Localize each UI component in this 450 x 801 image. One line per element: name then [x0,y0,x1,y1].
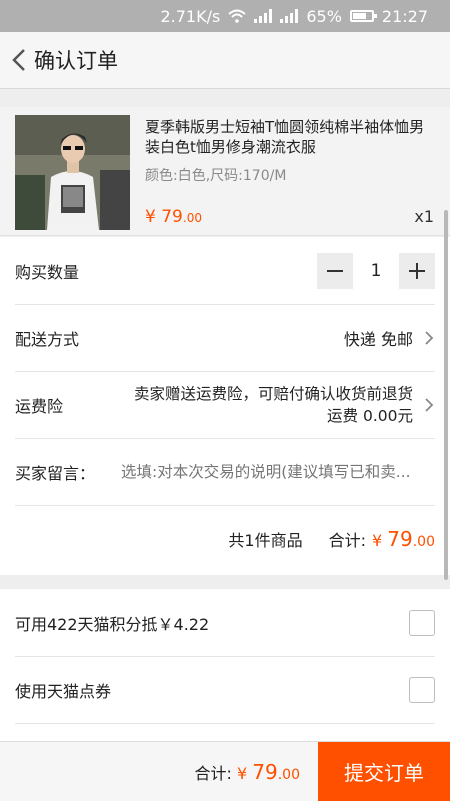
product-card[interactable]: 夏季韩版男士短袖T恤圆领纯棉半袖体恤男装白色t恤男修身潮流衣服 颜色:白色,尺码… [0,107,450,236]
points-checkbox[interactable] [409,609,435,636]
summary-dec: .00 [412,533,435,550]
product-spec: 颜色:白色,尺码:170/M [145,168,287,184]
submit-order-button[interactable]: 提交订单 [318,742,450,801]
insurance-line1: 卖家赠送运费险，可赔付确认收货前退货 [133,384,413,403]
coupon-checkbox[interactable] [409,676,435,703]
page-title: 确认订单 [34,49,118,73]
wifi-icon [228,9,246,23]
quantity-stepper: 1 [317,252,435,289]
chevron-right-icon [425,330,434,345]
signal-icon-2 [280,9,299,23]
insurance-row[interactable]: 运费险 卖家赠送运费险，可赔付确认收货前退货 运费 0.00元 [15,371,435,439]
order-details: 购买数量 1 配送方式 快递 免邮 运费险 卖家赠送运费险，可赔付确认收货前退货… [0,237,450,575]
coupon-label: 使用天猫点券 [15,681,112,701]
delivery-value: 快递 免邮 [343,329,413,349]
bottom-total-price: ¥ 79.00 [237,760,300,784]
navbar: 确认订单 [0,32,450,89]
price-symbol: ¥ [145,207,156,227]
coupon-row[interactable]: 使用天猫点券 [15,656,435,724]
battery-percent: 65% [306,6,342,26]
clock: 21:27 [381,6,428,26]
discount-options: 可用422天猫积分抵￥4.22 使用天猫点券 [0,589,450,749]
points-row[interactable]: 可用422天猫积分抵￥4.22 [15,589,435,657]
signal-icon [254,9,273,23]
increase-button[interactable] [399,252,435,289]
quantity-row: 购买数量 1 [15,237,435,305]
product-price: ¥ 79.00 [145,207,202,227]
product-title[interactable]: 夏季韩版男士短袖T恤圆领纯棉半袖体恤男装白色t恤男修身潮流衣服 [145,117,435,157]
summary-symbol: ¥ [372,530,383,550]
product-image[interactable] [15,115,130,230]
message-row: 买家留言： [15,438,435,506]
plus-icon [409,262,425,279]
summary-row: 共1件商品 合计: ¥ 79.00 [15,505,435,572]
back-arrow-icon [12,49,25,71]
quantity-value[interactable]: 1 [353,261,399,281]
bottom-symbol: ¥ [237,763,248,783]
network-speed: 2.71K/s [160,6,221,26]
decrease-button[interactable] [317,252,353,289]
battery-icon [349,10,377,22]
back-button[interactable] [4,32,34,88]
points-label: 可用422天猫积分抵￥4.22 [15,614,210,634]
quantity-label: 购买数量 [15,262,80,282]
price-int: 79 [161,207,183,227]
insurance-line2: 运费 0.00元 [327,406,413,425]
message-input[interactable] [119,461,435,482]
message-label: 买家留言： [15,463,96,483]
summary-total: ¥ 79.00 [372,527,435,551]
status-bar: 2.71K/s 65% 21:27 [0,0,450,32]
chevron-right-icon [425,397,434,412]
scrollbar[interactable] [444,210,448,580]
bottom-int: 79 [252,759,278,784]
bottom-total-label: 合计: [194,763,232,783]
bottom-total: 合计: ¥ 79.00 [195,760,301,784]
insurance-desc: 卖家赠送运费险，可赔付确认收货前退货 运费 0.00元 [134,383,413,427]
bottom-dec: .00 [277,766,300,783]
delivery-row[interactable]: 配送方式 快递 免邮 [15,304,435,372]
summary-total-label: 合计: [328,530,366,550]
price-dec: .00 [182,211,202,225]
delivery-label: 配送方式 [15,329,80,349]
item-count: 共1件商品 [228,530,303,550]
product-qty: x1 [414,207,434,226]
minus-icon [327,269,343,272]
insurance-label: 运费险 [15,396,64,416]
bottom-bar: 合计: ¥ 79.00 提交订单 [0,741,450,801]
summary-int: 79 [387,526,413,551]
